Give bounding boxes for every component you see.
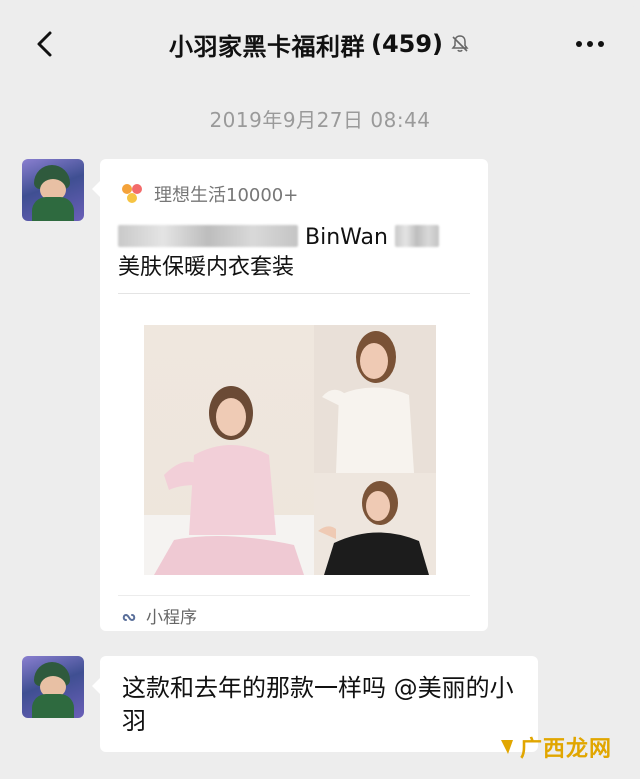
app-logo-icon	[122, 184, 142, 203]
message-text: 这款和去年的那款一样吗 @美丽的小羽	[122, 674, 514, 735]
more-dot	[598, 41, 604, 47]
card-divider	[118, 293, 470, 294]
product-photo-black	[314, 473, 436, 575]
mini-program-footer: 小程序	[120, 603, 197, 628]
more-button[interactable]	[572, 30, 608, 58]
sender-avatar[interactable]	[22, 656, 84, 718]
more-dot	[587, 41, 593, 47]
product-photo-white	[314, 325, 436, 473]
member-count: (459)	[370, 30, 444, 58]
card-title-visible: BinWan	[305, 225, 388, 250]
card-source: 理想生活10000+	[120, 181, 298, 207]
avatar-body	[32, 694, 74, 718]
more-dot	[576, 41, 582, 47]
mini-program-card[interactable]: 理想生活10000+ BinWan 美肤保暖内衣套装 小程序	[92, 159, 488, 631]
watermark-logo-icon	[500, 740, 513, 754]
sender-avatar[interactable]	[22, 159, 84, 221]
chat-title: 小羽家黑卡福利群	[168, 32, 365, 61]
blurred-text	[394, 225, 439, 247]
chat-window: 小羽家黑卡福利群 (459) 2019年9月27日 08:44 理想生活1000…	[4, 4, 636, 775]
back-button[interactable]	[26, 26, 62, 62]
bell-off-icon	[449, 33, 471, 55]
chat-header: 小羽家黑卡福利群 (459)	[4, 4, 636, 84]
text-message-bubble[interactable]: 这款和去年的那款一样吗 @美丽的小羽	[92, 656, 538, 752]
product-image	[144, 325, 436, 575]
chat-title-group[interactable]: 小羽家黑卡福利群 (459)	[169, 27, 471, 62]
watermark-text: 广西龙网	[519, 737, 612, 762]
product-photo-pink	[144, 325, 314, 575]
source-name: 理想生活10000+	[154, 185, 299, 206]
card-title: BinWan 美肤保暖内衣套装	[118, 223, 470, 283]
watermark: 广西龙网	[498, 731, 612, 763]
card-footer-divider	[118, 595, 470, 596]
mini-program-icon	[122, 613, 136, 621]
chevron-left-icon	[37, 31, 52, 57]
mini-program-label: 小程序	[146, 608, 197, 628]
card-title-line2: 美肤保暖内衣套装	[118, 255, 295, 280]
message-timestamp: 2019年9月27日 08:44	[209, 108, 431, 132]
avatar-body	[32, 197, 74, 221]
blurred-text	[118, 225, 298, 247]
